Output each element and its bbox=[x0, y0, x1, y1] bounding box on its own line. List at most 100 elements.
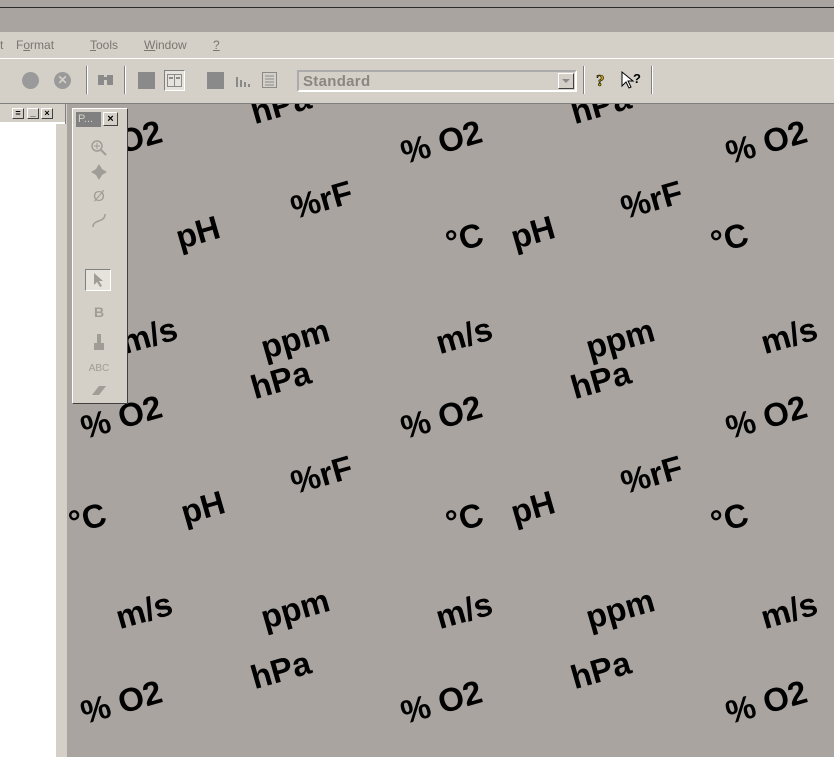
background-unit-label: %rF bbox=[616, 448, 687, 502]
background-unit-label: hPa bbox=[246, 643, 315, 697]
background-unit-label: %rF bbox=[286, 173, 357, 227]
background-unit-label: hPa bbox=[246, 353, 315, 407]
background-unit-label: m/s bbox=[431, 309, 497, 362]
background-unit-label: hPa bbox=[566, 353, 635, 407]
find-button[interactable] bbox=[96, 69, 116, 91]
background-unit-label: hPa bbox=[246, 104, 315, 132]
brush-tool[interactable] bbox=[87, 331, 111, 353]
background-unit-label: ppm bbox=[581, 581, 659, 637]
zoom-tool[interactable] bbox=[87, 137, 111, 159]
record-button[interactable] bbox=[22, 69, 39, 91]
context-help-button[interactable]: ? bbox=[620, 69, 646, 91]
context-help-icon: ? bbox=[621, 70, 641, 89]
tool-palette: P... × Ø B ABC bbox=[72, 108, 128, 404]
toolbar-separator bbox=[86, 66, 88, 94]
chart-button[interactable] bbox=[233, 69, 253, 91]
svg-text:?: ? bbox=[596, 71, 605, 90]
palette-close-button[interactable]: × bbox=[103, 112, 118, 126]
curve-tool[interactable] bbox=[87, 209, 111, 231]
style-combo[interactable]: Standard bbox=[297, 70, 577, 92]
svg-text:?: ? bbox=[633, 71, 641, 86]
pointer-tool[interactable] bbox=[85, 269, 111, 291]
form-button[interactable] bbox=[261, 69, 279, 91]
toolbar-separator bbox=[124, 66, 126, 94]
background-unit-label: % O2 bbox=[721, 672, 812, 732]
background-unit-label: ppm bbox=[256, 581, 334, 637]
cancel-icon: ✕ bbox=[54, 71, 71, 89]
menu-format[interactable]: Format bbox=[16, 38, 54, 52]
background-unit-label: % O2 bbox=[396, 112, 487, 172]
cancel-button[interactable]: ✕ bbox=[54, 69, 71, 91]
eraser-tool[interactable] bbox=[87, 379, 111, 401]
left-pane-caption: = _ × bbox=[0, 104, 65, 122]
background-unit-label: %rF bbox=[616, 173, 687, 227]
curve-icon bbox=[92, 213, 106, 228]
background-unit-label: °C bbox=[706, 495, 753, 542]
text-abc-icon: ABC bbox=[88, 362, 110, 374]
left-pane: = _ × bbox=[0, 104, 66, 757]
zoom-icon bbox=[91, 140, 107, 156]
title-bar bbox=[0, 0, 834, 32]
menu-tools[interactable]: Tools bbox=[90, 38, 118, 52]
background-unit-label: % O2 bbox=[396, 672, 487, 732]
background-unit-label: hPa bbox=[566, 104, 635, 132]
chart-icon bbox=[236, 77, 250, 87]
pan-icon bbox=[91, 164, 107, 180]
help-button[interactable]: ? bbox=[594, 69, 610, 91]
style-combo-value: Standard bbox=[303, 73, 371, 90]
text-tool[interactable]: ABC bbox=[87, 357, 111, 379]
page-icon bbox=[138, 71, 155, 89]
bold-tool[interactable]: B bbox=[87, 301, 111, 323]
background-unit-label: pH bbox=[506, 208, 560, 257]
palette-title[interactable]: P... bbox=[76, 112, 101, 127]
block-button[interactable] bbox=[207, 69, 224, 91]
record-icon bbox=[22, 71, 39, 89]
background-unit-label: % O2 bbox=[76, 672, 167, 732]
background-unit-label: pH bbox=[171, 208, 225, 257]
help-icon: ? bbox=[596, 71, 605, 90]
left-pane-minimize-button[interactable]: _ bbox=[27, 108, 39, 119]
background-unit-label: % O2 bbox=[396, 387, 487, 447]
background-unit-label: pH bbox=[506, 483, 560, 532]
background-canvas[interactable]: % O2hPa% O2hPa% O2pH%rF°CpH%rF°Cm/sppmm/… bbox=[67, 104, 834, 757]
toolbar: ✕ Standard ? ? bbox=[0, 58, 834, 104]
menu-help[interactable]: ? bbox=[213, 38, 220, 52]
background-unit-label: hPa bbox=[566, 643, 635, 697]
menu-edit-partial[interactable]: t bbox=[0, 38, 3, 52]
left-pane-close-button[interactable]: × bbox=[41, 108, 53, 119]
left-pane-scrollbar[interactable] bbox=[55, 124, 66, 757]
block-icon bbox=[207, 71, 224, 89]
combo-dropdown-button[interactable] bbox=[558, 73, 574, 89]
split-view-icon bbox=[164, 69, 185, 91]
background-unit-label: °C bbox=[441, 215, 488, 262]
application-window: t Format Tools Window ? ✕ Standard ? ? =… bbox=[0, 0, 834, 757]
pan-tool[interactable] bbox=[87, 161, 111, 183]
background-unit-label: pH bbox=[176, 483, 230, 532]
diameter-icon: Ø bbox=[93, 187, 105, 205]
form-icon bbox=[262, 72, 277, 88]
find-icon bbox=[98, 75, 113, 85]
pointer-icon bbox=[94, 273, 103, 287]
background-unit-label: m/s bbox=[756, 584, 822, 637]
brush-icon bbox=[94, 334, 104, 350]
toolbar-separator bbox=[583, 66, 585, 94]
background-unit-label: °C bbox=[441, 495, 488, 542]
background-unit-label: °C bbox=[67, 495, 111, 542]
background-unit-label: % O2 bbox=[721, 387, 812, 447]
page-button[interactable] bbox=[138, 69, 155, 91]
left-pane-document[interactable] bbox=[0, 124, 57, 757]
background-unit-label: m/s bbox=[111, 584, 177, 637]
background-unit-label: m/s bbox=[431, 584, 497, 637]
split-view-button[interactable] bbox=[164, 69, 185, 91]
background-unit-label: °C bbox=[706, 215, 753, 262]
diameter-tool[interactable]: Ø bbox=[87, 185, 111, 207]
background-unit-label: m/s bbox=[756, 309, 822, 362]
toolbar-separator bbox=[651, 66, 653, 94]
menu-window[interactable]: Window bbox=[144, 38, 187, 52]
bold-b-icon: B bbox=[93, 304, 105, 320]
chevron-down-icon bbox=[562, 78, 570, 83]
menu-bar: t Format Tools Window ? bbox=[0, 32, 834, 58]
left-pane-restore-button[interactable]: = bbox=[12, 108, 24, 119]
background-unit-label: %rF bbox=[286, 448, 357, 502]
background-unit-label: % O2 bbox=[721, 112, 812, 172]
